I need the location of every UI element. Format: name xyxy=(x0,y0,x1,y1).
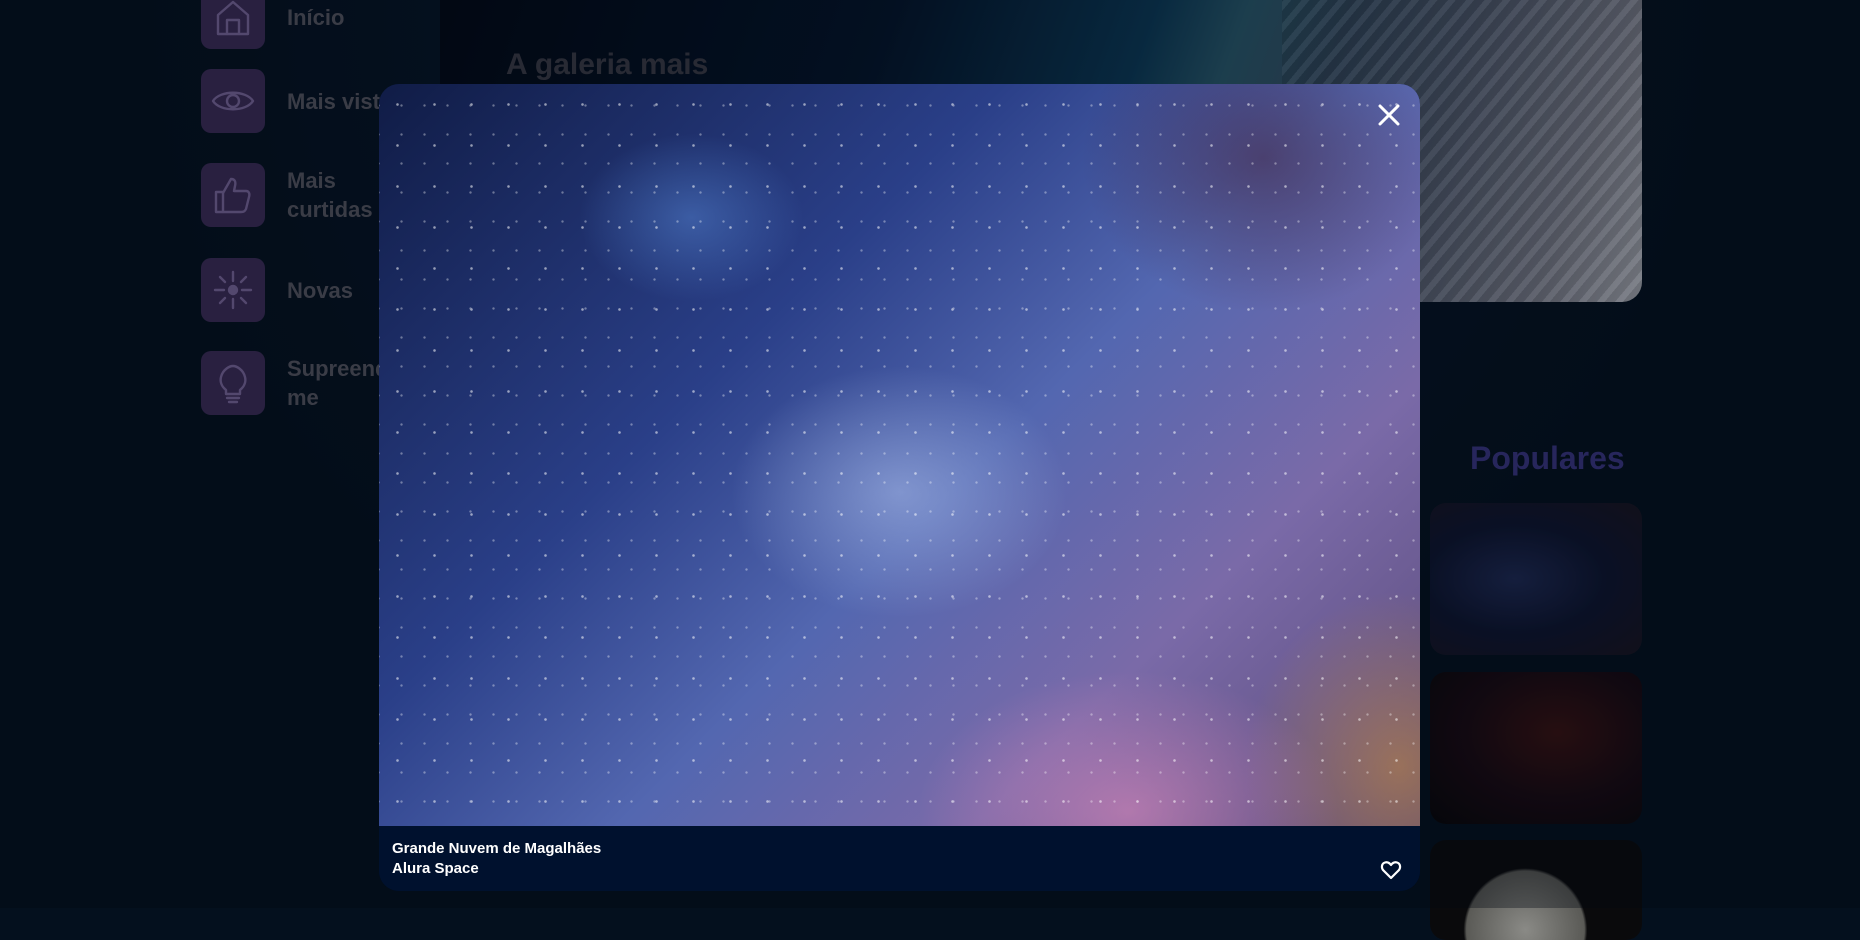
photo-source: Alura Space xyxy=(392,860,479,877)
photo-title: Grande Nuvem de Magalhães xyxy=(392,840,602,857)
image-modal: Grande Nuvem de Magalhães Alura Space xyxy=(379,84,1420,891)
close-icon[interactable] xyxy=(1377,103,1401,127)
starfield xyxy=(379,84,1420,826)
heart-icon[interactable] xyxy=(1380,859,1402,881)
photo-caption-bar: Grande Nuvem de Magalhães Alura Space xyxy=(379,826,1420,891)
expanded-photo xyxy=(379,84,1420,826)
